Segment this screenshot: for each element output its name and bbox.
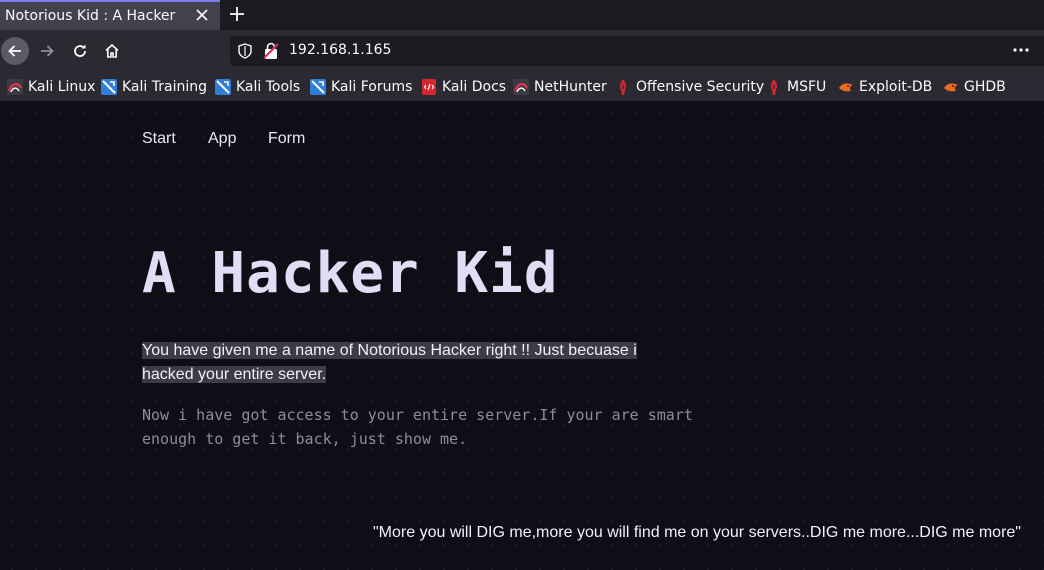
footer-quote: "More you will DIG me,more you will find… (373, 524, 1021, 541)
bookmark-nethunter[interactable]: NetHunter (513, 77, 607, 97)
bookmarks-toolbar: Kali Linux Kali Training Kali Tools Kali… (0, 72, 1044, 101)
exploitdb-icon (839, 83, 853, 92)
kali-icon (7, 79, 23, 95)
bookmark-label: Kali Tools (236, 79, 301, 95)
bookmark-label: Kali Training (122, 79, 207, 95)
tab-title: Notorious Kid : A Hacker (5, 8, 176, 24)
lead-paragraph: You have given me a name of Notorious Ha… (142, 339, 642, 387)
page-content: Start App Form A Hacker Kid You have giv… (0, 101, 1044, 570)
bookmark-msfu[interactable]: MSFU (766, 77, 826, 97)
url-text[interactable]: 192.168.1.165 (289, 42, 391, 58)
bookmark-label: MSFU (787, 79, 827, 95)
bookmark-label: GHDB (964, 79, 1006, 95)
arrow-left-icon (8, 45, 21, 57)
bookmark-label: NetHunter (534, 79, 607, 95)
bookmark-kali-tools[interactable]: Kali Tools (215, 77, 300, 97)
bookmark-ghdb[interactable]: GHDB (943, 77, 1006, 97)
bookmark-label: Kali Docs (442, 79, 507, 95)
msfu-icon (770, 79, 778, 95)
bookmark-kali-docs[interactable]: Kali Docs (421, 77, 506, 97)
bookmark-label: Kali Linux (28, 79, 96, 95)
address-bar[interactable]: 192.168.1.165 (230, 36, 1044, 66)
kali-training-icon (101, 79, 117, 95)
bookmark-offensive-security[interactable]: Offensive Security (615, 77, 764, 97)
nav-link-start[interactable]: Start (142, 130, 176, 148)
forward-button[interactable] (33, 37, 61, 65)
bookmark-label: Kali Forums (331, 79, 413, 95)
insecure-lock-icon[interactable] (263, 42, 279, 60)
bookmark-kali-training[interactable]: Kali Training (101, 77, 207, 97)
bookmark-exploit-db[interactable]: Exploit-DB (838, 77, 932, 97)
navigation-toolbar: 192.168.1.165 (0, 30, 1044, 72)
home-button[interactable] (98, 37, 126, 65)
ghdb-icon (944, 83, 958, 92)
nav-link-form[interactable]: Form (268, 130, 305, 148)
reload-button[interactable] (66, 37, 94, 65)
highlighted-text: You have given me a name of Notorious Ha… (142, 342, 637, 383)
kali-forums-icon (310, 79, 326, 95)
active-tab[interactable]: Notorious Kid : A Hacker (0, 0, 220, 30)
close-tab-icon[interactable] (194, 7, 210, 23)
bookmark-kali-linux[interactable]: Kali Linux (7, 77, 95, 97)
kali-tools-icon (215, 79, 231, 95)
nethunter-icon (513, 79, 529, 95)
more-actions-icon[interactable] (1012, 43, 1030, 57)
new-tab-icon[interactable] (226, 3, 248, 25)
arrow-right-icon (41, 45, 54, 57)
kali-docs-icon (422, 79, 436, 95)
home-icon (105, 43, 119, 58)
offsec-icon (619, 79, 627, 95)
bookmark-kali-forums[interactable]: Kali Forums (310, 77, 412, 97)
sub-paragraph: Now i have got access to your entire ser… (142, 406, 693, 448)
tab-strip: Notorious Kid : A Hacker (0, 0, 1044, 30)
page-title: A Hacker Kid (142, 241, 559, 306)
reload-icon (74, 44, 86, 57)
bookmark-label: Offensive Security (636, 79, 765, 95)
bookmark-label: Exploit-DB (859, 79, 933, 95)
shield-icon[interactable] (238, 43, 252, 59)
nav-link-app[interactable]: App (208, 130, 236, 148)
back-button[interactable] (1, 37, 29, 65)
